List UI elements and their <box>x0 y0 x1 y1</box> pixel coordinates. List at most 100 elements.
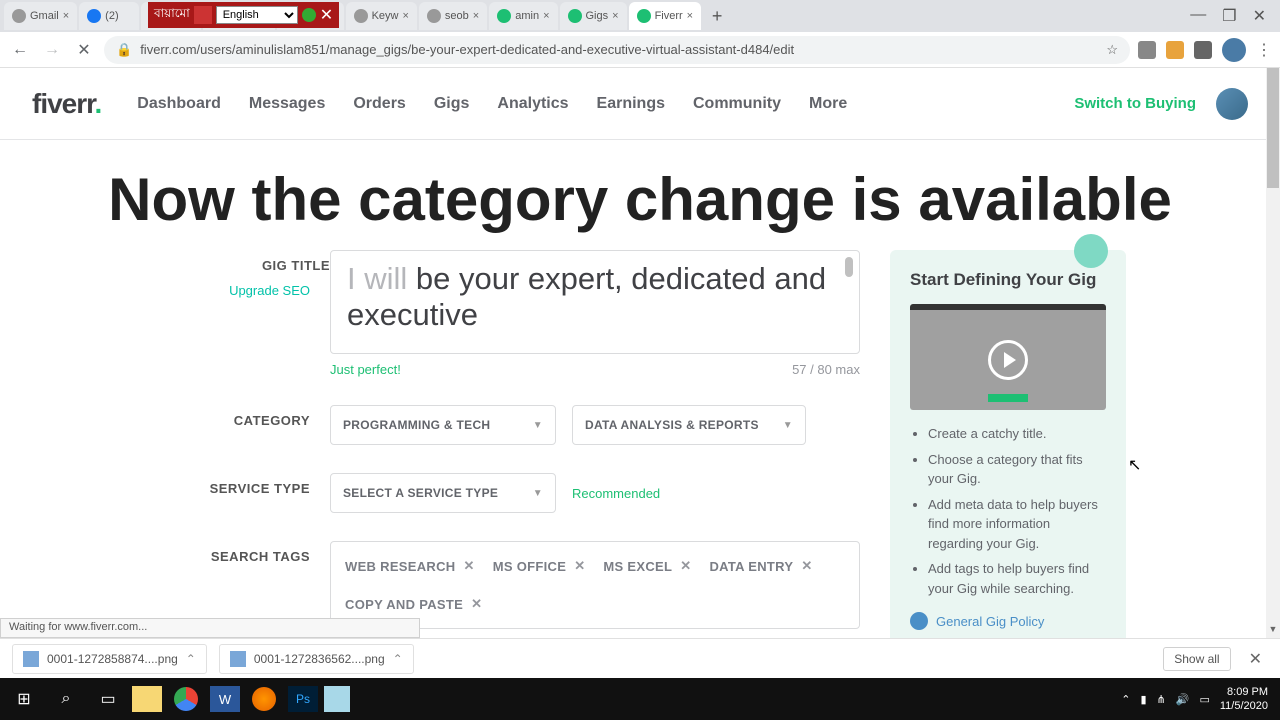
chevron-up-icon[interactable]: ⌃ <box>393 652 403 666</box>
url-input[interactable]: 🔒 fiverr.com/users/aminulislam851/manage… <box>104 36 1130 64</box>
remove-tag-icon[interactable]: ✕ <box>680 558 691 574</box>
close-icon[interactable]: × <box>63 10 69 22</box>
gig-title-input[interactable]: I will be your expert, dedicated and exe… <box>330 250 860 354</box>
volume-icon[interactable]: 🔊 <box>1176 693 1190 706</box>
fiverr-icon <box>568 9 582 23</box>
close-icon[interactable]: × <box>543 10 549 22</box>
category-select[interactable]: PROGRAMMING & TECH▼ <box>330 405 556 445</box>
tab-11[interactable]: Gigs× <box>560 2 627 30</box>
firefox-icon[interactable] <box>246 681 282 717</box>
remove-tag-icon[interactable]: ✕ <box>464 558 475 574</box>
tip-item: Create a catchy title. <box>928 424 1106 444</box>
windows-taskbar: ⊞ ⌕ ▭ W Ps ⌃ ▮ ⋔ 🔊 ▭ 8:09 PM 11/5/2020 <box>0 678 1280 720</box>
extension-icon[interactable] <box>1138 41 1156 59</box>
tips-list: Create a catchy title. Choose a category… <box>910 424 1106 598</box>
close-button[interactable]: ✕ <box>1253 6 1266 26</box>
user-avatar[interactable] <box>1216 88 1248 120</box>
stop-button[interactable]: ✕ <box>72 38 96 62</box>
tag-item: COPY AND PASTE✕ <box>341 590 486 618</box>
close-icon[interactable]: × <box>687 10 693 22</box>
chrome-icon[interactable] <box>168 681 204 717</box>
address-bar: ← → ✕ 🔒 fiverr.com/users/aminulislam851/… <box>0 32 1280 68</box>
upgrade-seo-link[interactable]: Upgrade SEO <box>180 283 330 298</box>
play-icon <box>988 340 1028 380</box>
download-item[interactable]: 0001-1272836562....png⌃ <box>219 644 414 674</box>
title-scrollbar[interactable] <box>839 257 855 347</box>
nav-community[interactable]: Community <box>693 95 781 113</box>
adobe-icon[interactable] <box>194 6 212 24</box>
facebook-icon <box>87 9 101 23</box>
char-counter: 57 / 80 max <box>792 362 860 377</box>
nav-links: Dashboard Messages Orders Gigs Analytics… <box>137 95 847 113</box>
remove-tag-icon[interactable]: ✕ <box>574 558 585 574</box>
minimize-button[interactable]: — <box>1190 6 1206 26</box>
tab-fb[interactable]: (2) <box>79 2 139 30</box>
notepad-icon[interactable] <box>324 686 350 712</box>
tray-chevron-icon[interactable]: ⌃ <box>1121 693 1130 706</box>
profile-avatar[interactable] <box>1222 38 1246 62</box>
overlay-heading: Now the category change is available <box>0 165 1280 234</box>
tab-active[interactable]: Fiverr× <box>629 2 702 30</box>
downloads-bar: 0001-1272858874....png⌃ 0001-1272836562.… <box>0 638 1280 678</box>
close-icon[interactable]: × <box>402 10 408 22</box>
tab-8[interactable]: Keyw× <box>346 2 417 30</box>
tab-9[interactable]: seob× <box>419 2 487 30</box>
extensions-puzzle-icon[interactable] <box>1194 41 1212 59</box>
photoshop-icon[interactable]: Ps <box>288 686 318 712</box>
title-prefix: I will <box>347 261 416 296</box>
tab-10[interactable]: amin× <box>489 2 557 30</box>
search-button[interactable]: ⌕ <box>48 681 84 717</box>
nav-gigs[interactable]: Gigs <box>434 95 470 113</box>
nav-orders[interactable]: Orders <box>353 95 405 113</box>
explorer-icon[interactable] <box>132 686 162 712</box>
nav-analytics[interactable]: Analytics <box>497 95 568 113</box>
forward-button[interactable]: → <box>40 38 64 62</box>
service-type-select[interactable]: SELECT A SERVICE TYPE▼ <box>330 473 556 513</box>
nav-more[interactable]: More <box>809 95 847 113</box>
subcategory-select[interactable]: DATA ANALYSIS & REPORTS▼ <box>572 405 806 445</box>
nav-dashboard[interactable]: Dashboard <box>137 95 221 113</box>
fiverr-logo[interactable]: fiverr. <box>32 88 101 120</box>
close-icon[interactable]: × <box>473 10 479 22</box>
tag-item: WEB RESEARCH✕ <box>341 552 479 580</box>
close-icon[interactable]: ✕ <box>320 5 333 25</box>
notification-icon[interactable]: ▭ <box>1199 693 1209 706</box>
close-icon[interactable]: × <box>612 10 618 22</box>
new-tab-button[interactable]: + <box>703 6 731 27</box>
word-icon[interactable]: W <box>210 686 240 712</box>
task-view-button[interactable]: ▭ <box>90 681 126 717</box>
star-icon[interactable]: ☆ <box>1106 42 1118 58</box>
chevron-up-icon[interactable]: ⌃ <box>186 652 196 666</box>
status-bar: Waiting for www.fiverr.com... <box>0 618 420 638</box>
video-thumbnail[interactable] <box>910 304 1106 410</box>
tip-item: Add meta data to help buyers find more i… <box>928 495 1106 554</box>
remove-tag-icon[interactable]: ✕ <box>471 596 482 612</box>
nav-messages[interactable]: Messages <box>249 95 326 113</box>
language-select[interactable]: English <box>216 6 298 24</box>
sidebar-badge-icon <box>1074 234 1108 268</box>
clock[interactable]: 8:09 PM 11/5/2020 <box>1220 685 1268 714</box>
extension-icon[interactable] <box>1166 41 1184 59</box>
remove-tag-icon[interactable]: ✕ <box>801 558 812 574</box>
tags-input[interactable]: WEB RESEARCH✕ MS OFFICE✕ MS EXCEL✕ DATA … <box>330 541 860 629</box>
menu-icon[interactable]: ⋮ <box>1256 40 1272 60</box>
battery-icon[interactable]: ▮ <box>1140 693 1146 706</box>
wifi-icon[interactable]: ⋔ <box>1157 693 1166 706</box>
start-button[interactable]: ⊞ <box>6 681 42 717</box>
sidebar-title: Start Defining Your Gig <box>910 270 1106 290</box>
image-icon <box>23 651 39 667</box>
translation-toolbar: বায়ামো English ✕ <box>148 2 339 28</box>
go-icon[interactable] <box>302 8 316 22</box>
fiverr-navbar: fiverr. Dashboard Messages Orders Gigs A… <box>0 68 1280 140</box>
show-all-button[interactable]: Show all <box>1163 647 1230 671</box>
policy-link[interactable]: General Gig Policy <box>910 612 1106 630</box>
tab-gmail[interactable]: Gmail× <box>4 2 77 30</box>
nav-earnings[interactable]: Earnings <box>597 95 665 113</box>
maximize-button[interactable]: ❐ <box>1222 6 1236 26</box>
back-button[interactable]: ← <box>8 38 32 62</box>
download-item[interactable]: 0001-1272858874....png⌃ <box>12 644 207 674</box>
gig-form: GIG TITLE Upgrade SEO I will be your exp… <box>180 250 860 679</box>
page-scrollbar[interactable]: ▼ <box>1266 68 1280 638</box>
switch-buying-button[interactable]: Switch to Buying <box>1074 95 1196 112</box>
close-downloads-button[interactable]: ✕ <box>1243 649 1268 669</box>
